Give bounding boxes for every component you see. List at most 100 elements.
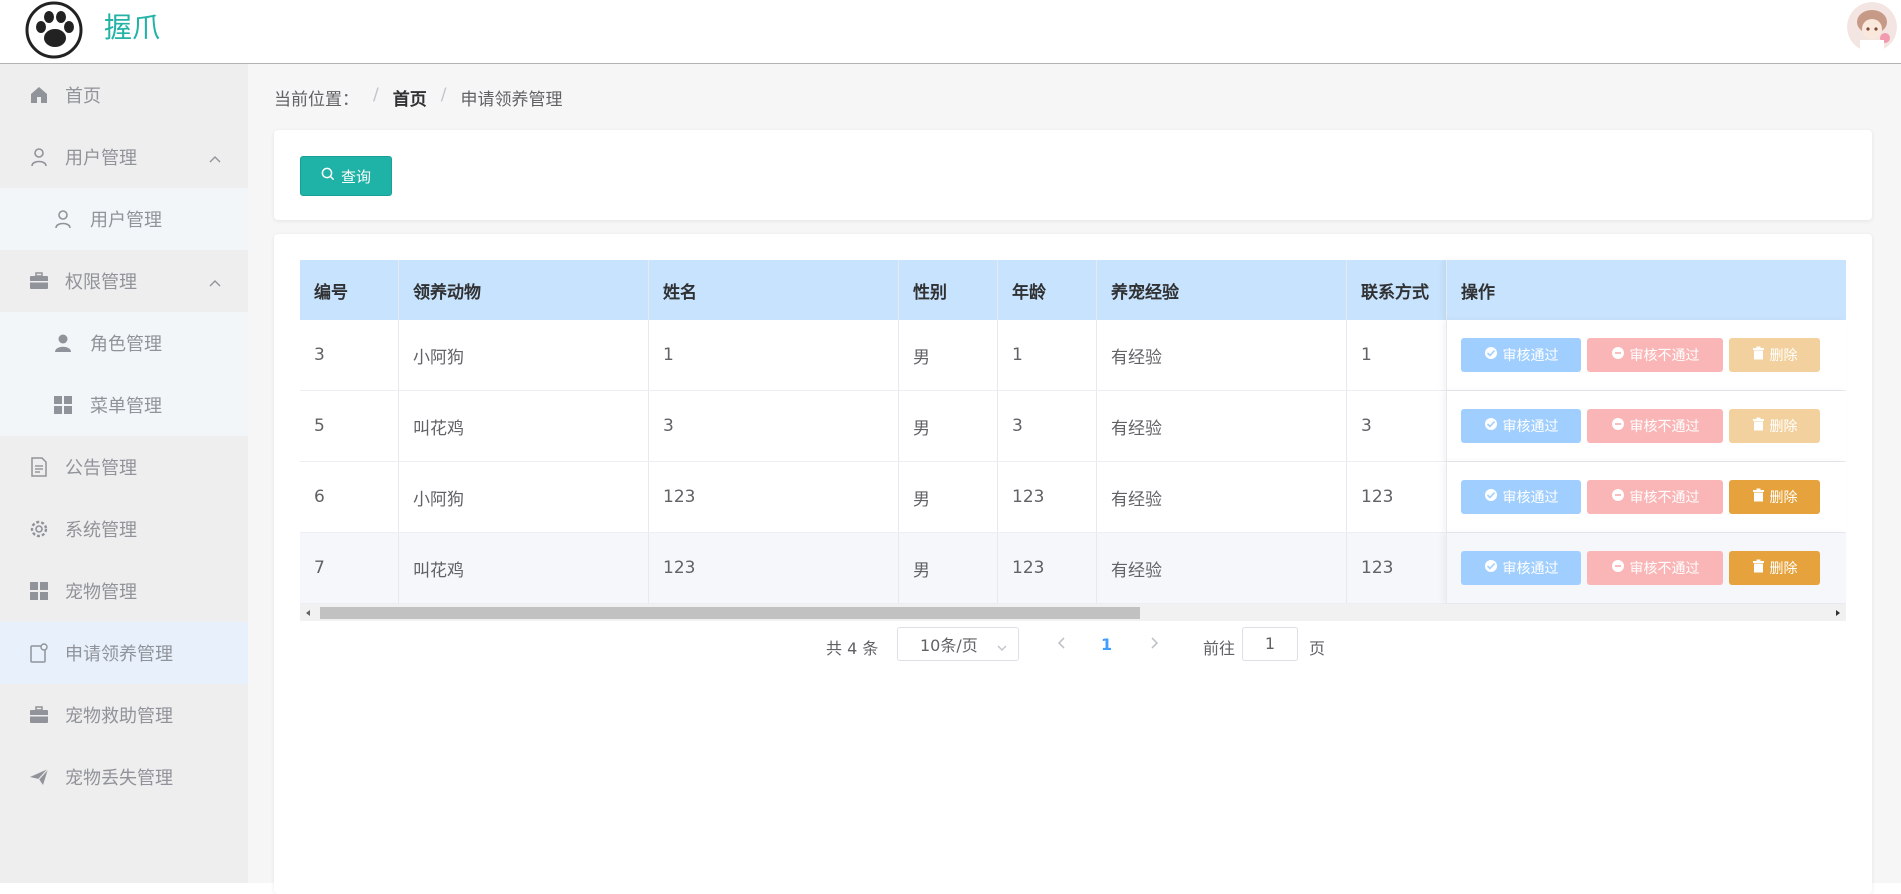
row-actions: 审核通过 审核不通过 删除	[1446, 391, 1846, 461]
breadcrumb-current: 申请领养管理	[460, 90, 563, 110]
delete-label: 删除	[1769, 348, 1798, 364]
row-actions: 审核通过 审核不通过 删除	[1446, 533, 1846, 603]
approve-label: 审核通过	[1502, 490, 1559, 506]
row-actions: 审核通过 审核不通过 删除	[1446, 462, 1846, 532]
pagination-total: 共 4 条	[826, 639, 879, 658]
sidebar-item-lost[interactable]: 宠物丢失管理	[0, 746, 248, 808]
goto-page-input[interactable]: 1	[1242, 627, 1298, 661]
sidebar: 首页 用户管理 用户管理 权限管理 角色管理 菜单管理 公告管理 系统管理 宠物…	[0, 64, 248, 883]
sidebar-item-label: 宠物管理	[65, 582, 137, 603]
cell-id: 6	[300, 462, 399, 532]
column-header: 养宠经验	[1097, 260, 1347, 320]
cell-animal: 小阿狗	[399, 320, 649, 390]
table-row: 3 小阿狗 1 男 1 有经验 1 审核通过 审核不通过 删除	[300, 320, 1846, 391]
table-row: 7 叫花鸡 123 男 123 有经验 123 审核通过 审核不通过 删除	[300, 533, 1846, 604]
grid-icon	[28, 580, 50, 602]
reject-button[interactable]: 审核不通过	[1587, 409, 1723, 443]
cell-animal: 小阿狗	[399, 462, 649, 532]
approve-button[interactable]: 审核通过	[1461, 409, 1581, 443]
app-title: 握爪	[104, 11, 161, 44]
top-header: 握爪	[0, 0, 1901, 64]
sidebar-item-system[interactable]: 系统管理	[0, 498, 248, 560]
table-row: 6 小阿狗 123 男 123 有经验 123 审核通过 审核不通过 删除	[300, 462, 1846, 533]
search-button-label: 查询	[340, 167, 371, 186]
cell-age: 3	[998, 391, 1097, 461]
chevron-up-icon	[208, 148, 222, 169]
chevron-down-icon	[996, 638, 1008, 657]
cell-experience: 有经验	[1097, 320, 1347, 390]
cell-id: 3	[300, 320, 399, 390]
sidebar-item-user-list[interactable]: 用户管理	[0, 188, 248, 250]
cell-animal: 叫花鸡	[399, 391, 649, 461]
column-header: 操作	[1446, 260, 1846, 320]
delete-button[interactable]: 删除	[1729, 338, 1820, 372]
check-circle-icon	[1484, 488, 1498, 506]
cell-contact: 1	[1361, 345, 1372, 365]
approve-button[interactable]: 审核通过	[1461, 338, 1581, 372]
reject-button[interactable]: 审核不通过	[1587, 480, 1723, 514]
sidebar-item-home[interactable]: 首页	[0, 64, 248, 126]
reject-button[interactable]: 审核不通过	[1587, 338, 1723, 372]
delete-button[interactable]: 删除	[1729, 551, 1820, 585]
sidebar-item-announcements[interactable]: 公告管理	[0, 436, 248, 498]
gear-icon	[28, 518, 50, 540]
sidebar-item-label: 公告管理	[65, 458, 137, 479]
pagination: 共 4 条 10条/页 1 前往 1 页	[248, 627, 1901, 663]
next-page-icon[interactable]	[1148, 635, 1160, 655]
sidebar-item-adoption[interactable]: 申请领养管理	[0, 622, 248, 684]
chevron-up-icon	[208, 272, 222, 293]
search-button[interactable]: 查询	[300, 156, 392, 196]
column-header: 年龄	[998, 260, 1097, 320]
sidebar-item-rescue[interactable]: 宠物救助管理	[0, 684, 248, 746]
send-icon	[28, 766, 50, 788]
check-circle-icon	[1484, 559, 1498, 577]
cell-name: 123	[649, 462, 899, 532]
sidebar-item-user-management[interactable]: 用户管理	[0, 126, 248, 188]
approve-button[interactable]: 审核通过	[1461, 480, 1581, 514]
search-icon	[321, 167, 335, 185]
sidebar-item-menus[interactable]: 菜单管理	[0, 374, 248, 436]
cell-name: 3	[649, 391, 899, 461]
cell-contact: 123	[1361, 558, 1394, 578]
breadcrumb-separator: /	[373, 85, 379, 105]
user-avatar[interactable]	[1847, 2, 1897, 52]
column-header: 姓名	[649, 260, 899, 320]
cell-gender: 男	[899, 533, 998, 603]
sidebar-item-label: 系统管理	[65, 520, 137, 541]
delete-button[interactable]: 删除	[1729, 480, 1820, 514]
page-number-current[interactable]: 1	[1101, 635, 1112, 654]
trash-icon	[1752, 488, 1765, 506]
column-header: 编号	[300, 260, 399, 320]
goto-label: 前往	[1203, 639, 1236, 658]
scrollbar-thumb[interactable]	[320, 607, 1140, 619]
user-icon	[52, 208, 74, 230]
cell-age: 123	[998, 533, 1097, 603]
scroll-left-arrow-icon[interactable]	[302, 607, 314, 619]
page-suffix-label: 页	[1309, 639, 1326, 658]
page-size-select[interactable]: 10条/页	[897, 627, 1019, 661]
trash-icon	[1752, 346, 1765, 364]
column-header: 性别	[899, 260, 998, 320]
sidebar-item-label: 角色管理	[90, 334, 162, 355]
delete-button[interactable]: 删除	[1729, 409, 1820, 443]
sidebar-item-roles[interactable]: 角色管理	[0, 312, 248, 374]
cell-age: 1	[998, 320, 1097, 390]
briefcase-icon	[28, 270, 50, 292]
breadcrumb: 当前位置： / 首页 / 申请领养管理	[274, 85, 562, 110]
sidebar-item-permission[interactable]: 权限管理	[0, 250, 248, 312]
toolbar-card: 查询	[274, 130, 1872, 220]
row-actions: 审核通过 审核不通过 删除	[1446, 320, 1846, 390]
cell-id: 5	[300, 391, 399, 461]
paw-icon	[24, 0, 84, 60]
cell-name: 123	[649, 533, 899, 603]
scroll-right-arrow-icon[interactable]	[1832, 607, 1844, 619]
approve-button[interactable]: 审核通过	[1461, 551, 1581, 585]
minus-circle-icon	[1611, 417, 1625, 435]
approve-label: 审核通过	[1502, 419, 1559, 435]
prev-page-icon[interactable]	[1056, 635, 1068, 655]
reject-label: 审核不通过	[1629, 490, 1700, 506]
reject-button[interactable]: 审核不通过	[1587, 551, 1723, 585]
sidebar-item-pets[interactable]: 宠物管理	[0, 560, 248, 622]
breadcrumb-home[interactable]: 首页	[393, 85, 427, 110]
horizontal-scrollbar[interactable]	[300, 604, 1846, 621]
